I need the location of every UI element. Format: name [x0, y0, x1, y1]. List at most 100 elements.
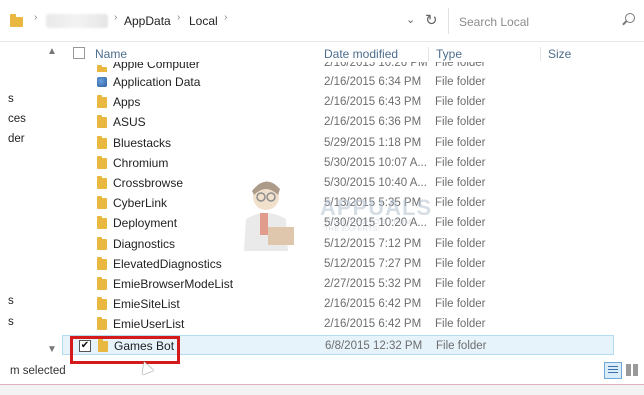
file-type: File folder: [435, 197, 486, 210]
date-modified: 2/16/2015 10:26 PM: [324, 62, 428, 69]
folder-icon: [97, 155, 107, 169]
file-type: File folder: [435, 217, 486, 230]
navigation-pane[interactable]: ▲ s ces der s s ▼: [0, 42, 62, 362]
date-modified: 5/30/2015 10:40 A...: [324, 177, 427, 189]
file-type: File folder: [435, 298, 486, 311]
file-name[interactable]: CyberLink: [113, 196, 167, 210]
file-name[interactable]: Crossbrowse: [113, 176, 183, 190]
list-item[interactable]: EmieUserList 2/16/2015 6:42 PM File folder: [62, 314, 614, 334]
file-name[interactable]: Bluestacks: [113, 136, 171, 150]
search-input[interactable]: Search Local: [448, 8, 640, 34]
list-item[interactable]: Chromium 5/30/2015 10:07 A... File folder: [62, 153, 614, 173]
nav-item[interactable]: s: [8, 316, 14, 328]
breadcrumb-local[interactable]: Local: [189, 14, 218, 28]
scrollbar-track[interactable]: [622, 42, 644, 362]
date-modified: 5/30/2015 10:20 A...: [324, 217, 427, 230]
address-dropdown-icon[interactable]: ⌄: [406, 13, 415, 26]
scroll-down-icon[interactable]: ▼: [47, 344, 57, 355]
search-placeholder: Search Local: [459, 15, 530, 29]
file-name[interactable]: Deployment: [113, 216, 177, 230]
file-name[interactable]: Apps: [113, 95, 140, 109]
file-type: File folder: [435, 136, 486, 149]
file-type: File folder: [436, 339, 487, 352]
file-explorer-window: › › AppData › Local › ⌄ ↻ Search Local ▲…: [0, 0, 644, 395]
list-item[interactable]: Diagnostics 5/12/2015 7:12 PM File folder: [62, 234, 614, 254]
nav-item[interactable]: s: [8, 93, 14, 105]
date-modified: 5/29/2015 1:18 PM: [324, 136, 422, 149]
file-name[interactable]: Chromium: [113, 156, 168, 170]
folder-icon: [97, 95, 107, 109]
date-modified: 2/16/2015 6:42 PM: [324, 318, 422, 331]
folder-icon: [97, 176, 107, 189]
folder-icon: [97, 135, 107, 149]
file-type: File folder: [435, 116, 486, 129]
column-type[interactable]: Type: [436, 47, 462, 61]
file-type: File folder: [435, 237, 486, 250]
folder-icon: [97, 196, 107, 210]
list-item[interactable]: EmieBrowserModeList 2/27/2015 5:32 PM File…: [62, 274, 614, 294]
column-date-modified[interactable]: Date modified: [324, 47, 398, 61]
date-modified: 5/12/2015 7:12 PM: [324, 237, 422, 250]
refresh-icon[interactable]: ↻: [425, 11, 438, 29]
list-item[interactable]: Apps 2/16/2015 6:43 PM File folder: [62, 92, 614, 112]
breadcrumb-appdata[interactable]: AppData: [124, 14, 171, 28]
date-modified: 2/16/2015 6:36 PM: [324, 116, 422, 129]
list-item[interactable]: Crossbrowse 5/30/2015 10:40 A... File fold…: [62, 173, 614, 193]
list-item[interactable]: EmieSiteList 2/16/2015 6:42 PM File folder: [62, 294, 614, 314]
address-bar[interactable]: › › AppData › Local › ⌄ ↻ Search Local: [0, 0, 644, 42]
date-modified: 6/8/2015 12:32 PM: [325, 339, 423, 352]
large-icons-view-icon[interactable]: [626, 364, 638, 376]
file-type: File folder: [435, 257, 486, 270]
file-list[interactable]: Name Date modified Type Size Apple Compu…: [62, 42, 622, 362]
file-name[interactable]: Apple Computer: [113, 62, 200, 71]
file-name[interactable]: EmieBrowserModeList: [113, 277, 233, 291]
details-view-icon[interactable]: [604, 362, 622, 379]
file-name[interactable]: ElevatedDiagnostics: [113, 257, 222, 271]
folder-icon: [98, 338, 108, 352]
status-text: m selected: [10, 365, 66, 377]
breadcrumb-chevron-icon[interactable]: ›: [177, 12, 180, 23]
column-name[interactable]: Name: [95, 47, 127, 61]
file-name[interactable]: Games Bot: [114, 339, 174, 353]
list-item[interactable]: CyberLink 5/13/2015 5:35 PM File folder: [62, 193, 614, 213]
date-modified: 2/16/2015 6:43 PM: [324, 96, 422, 109]
nav-item[interactable]: ces: [8, 113, 26, 125]
list-item[interactable]: Bluestacks 5/29/2015 1:18 PM File folder: [62, 133, 614, 153]
file-name[interactable]: ASUS: [113, 115, 146, 129]
blurred-username-crumb[interactable]: [46, 14, 108, 28]
date-modified: 5/13/2015 5:35 PM: [324, 197, 422, 210]
file-name[interactable]: EmieSiteList: [113, 297, 180, 311]
nav-item[interactable]: s: [8, 295, 14, 307]
breadcrumb-chevron-icon[interactable]: ›: [224, 12, 227, 23]
file-type: File folder: [435, 318, 486, 331]
list-item[interactable]: Deployment 5/30/2015 10:20 A... File folde…: [62, 213, 614, 233]
date-modified: 2/16/2015 6:34 PM: [324, 76, 422, 88]
select-all-checkbox[interactable]: [73, 47, 85, 59]
column-divider[interactable]: [428, 47, 429, 61]
breadcrumb-chevron-icon[interactable]: ›: [114, 12, 117, 23]
selected-list-item[interactable]: ✔ Games Bot 6/8/2015 12:32 PM File folder: [62, 334, 614, 355]
list-item[interactable]: ElevatedDiagnostics 5/12/2015 7:27 PM File…: [62, 254, 614, 274]
file-name[interactable]: Application Data: [113, 75, 200, 89]
shortcut-folder-icon: [97, 77, 107, 87]
list-item[interactable]: ASUS 2/16/2015 6:36 PM File folder: [62, 112, 614, 132]
column-size[interactable]: Size: [548, 47, 571, 61]
status-bar: m selected: [0, 362, 644, 384]
folder-icon: [97, 236, 107, 250]
folder-icon: [97, 297, 107, 311]
list-item[interactable]: Application Data 2/16/2015 6:34 PM File fo…: [62, 72, 614, 92]
scroll-up-icon[interactable]: ▲: [47, 46, 57, 57]
date-modified: 5/12/2015 7:27 PM: [324, 257, 422, 270]
file-name[interactable]: Diagnostics: [113, 237, 175, 251]
folder-icon: [97, 115, 107, 129]
file-name[interactable]: EmieUserList: [113, 317, 184, 331]
row-checkbox[interactable]: ✔: [79, 339, 91, 352]
column-divider[interactable]: [540, 47, 541, 61]
date-modified: 2/16/2015 6:42 PM: [324, 298, 422, 311]
folder-icon: [97, 256, 107, 270]
search-icon[interactable]: [625, 13, 635, 23]
list-item[interactable]: Apple Computer 2/16/2015 10:26 PM File fol…: [62, 62, 614, 72]
breadcrumb-chevron-icon[interactable]: ›: [34, 12, 37, 23]
nav-item[interactable]: der: [8, 133, 25, 145]
window-bottom-edge: [0, 384, 644, 395]
